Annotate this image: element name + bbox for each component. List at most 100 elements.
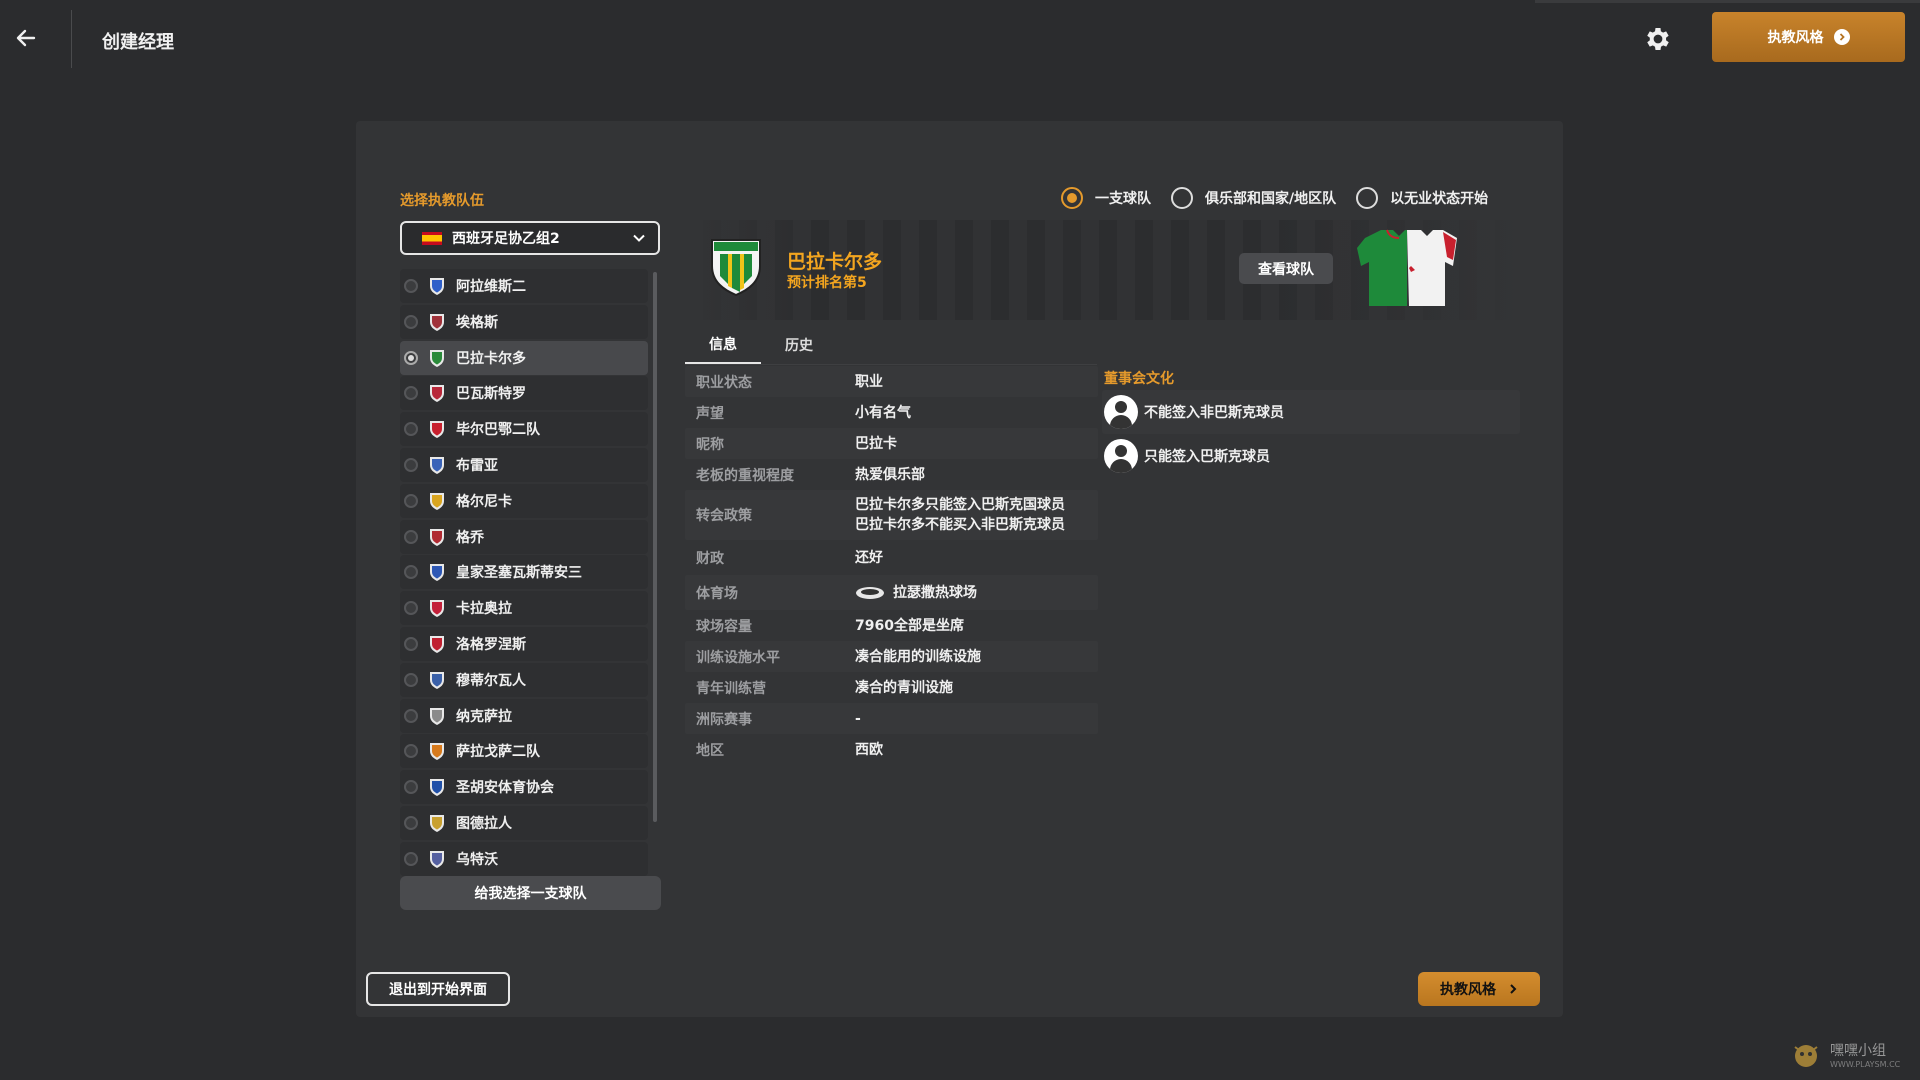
team-list-item[interactable]: 格尔尼卡	[400, 483, 648, 518]
team-list-scrollbar[interactable]	[653, 272, 657, 822]
team-crest-icon	[430, 600, 444, 618]
info-key: 青年训练营	[696, 680, 766, 697]
info-row-capacity: 球场容量 7960全部是坐席	[685, 610, 1098, 641]
mode-club-and-nation[interactable]: 俱乐部和国家/地区队	[1171, 187, 1336, 209]
info-key: 职业状态	[696, 374, 752, 391]
top-coaching-style-button[interactable]: 执教风格	[1712, 12, 1905, 62]
info-value: 热爱俱乐部	[855, 466, 925, 483]
team-name-label: 阿拉维斯二	[456, 279, 526, 295]
team-radio	[404, 565, 418, 580]
info-row-nickname: 昵称 巴拉卡	[685, 428, 1098, 459]
team-list-item[interactable]: 图德拉人	[400, 805, 648, 840]
info-key: 昵称	[696, 436, 724, 453]
info-row-stadium: 体育场 拉瑟撒热球场	[685, 575, 1098, 610]
stadium-icon	[856, 586, 884, 599]
team-crest-icon	[430, 492, 444, 510]
chevron-right-icon	[1510, 984, 1517, 994]
info-value: 巴拉卡	[855, 435, 897, 452]
coaching-style-button[interactable]: 执教风格	[1418, 972, 1540, 1006]
club-info-table: 职业状态 职业 声望 小有名气 昵称 巴拉卡 老板的重视程度 热爱俱乐部 转会政…	[685, 366, 1098, 765]
team-predicted-rank: 预计排名第5	[787, 275, 867, 291]
mode-unemployed[interactable]: 以无业状态开始	[1356, 187, 1488, 209]
team-name-label: 卡拉奥拉	[456, 601, 512, 618]
info-row-region: 地区 西欧	[685, 734, 1098, 765]
info-row-transfer-policy: 转会政策 巴拉卡尔多只能签入巴斯克国球员 巴拉卡尔多不能买入非巴斯克球员	[685, 490, 1098, 540]
team-radio	[404, 422, 418, 437]
team-list-item[interactable]: 格乔	[400, 519, 648, 554]
header-divider	[71, 10, 72, 68]
tab-underline	[685, 364, 1097, 365]
settings-button[interactable]	[1643, 24, 1673, 54]
team-name-label: 埃格斯	[456, 314, 498, 331]
club-crest-icon	[711, 239, 761, 297]
team-list-item[interactable]: 巴瓦斯特罗	[400, 376, 648, 411]
mode-single-club[interactable]: 一支球队	[1061, 187, 1151, 209]
info-row-finances: 财政 还好	[685, 540, 1098, 575]
view-team-button[interactable]: 查看球队	[1239, 253, 1333, 284]
team-name-label: 洛格罗涅斯	[456, 636, 526, 653]
team-radio	[404, 279, 418, 293]
chevron-down-icon	[633, 234, 645, 242]
info-row-youth: 青年训练营 凑合的青训设施	[685, 672, 1098, 703]
board-culture-list: 不能签入非巴斯克球员 只能签入巴斯克球员	[1102, 390, 1520, 478]
league-dropdown[interactable]: 西班牙足协乙组2	[400, 221, 660, 255]
info-row-continental: 洲际赛事 -	[685, 703, 1098, 734]
team-name-label: 皇家圣塞瓦斯蒂安三	[456, 565, 582, 582]
team-list-item[interactable]: 埃格斯	[400, 304, 648, 339]
info-key: 财政	[696, 550, 724, 567]
watermark: 嘿嘿小组 WWW.PLAYSM.CC	[1790, 1040, 1900, 1069]
team-list-item[interactable]: 圣胡安体育协会	[400, 770, 648, 805]
team-list-item[interactable]: 皇家圣塞瓦斯蒂安三	[400, 555, 648, 590]
team-list-item[interactable]: 纳克萨拉	[400, 698, 648, 733]
team-list-item[interactable]: 布雷亚	[400, 447, 648, 482]
mode-radio	[1061, 187, 1083, 209]
team-radio	[404, 851, 418, 866]
team-list-item[interactable]: 萨拉戈萨二队	[400, 734, 648, 769]
info-value: 还好	[855, 549, 883, 566]
team-list-item[interactable]: 穆蒂尔瓦人	[400, 662, 648, 697]
person-icon	[1104, 439, 1138, 473]
info-key: 声望	[696, 405, 724, 422]
watermark-text: 嘿嘿小组	[1830, 1043, 1886, 1059]
top-strip	[1535, 0, 1920, 3]
team-list-item[interactable]: 毕尔巴鄂二队	[400, 412, 648, 447]
team-name: 巴拉卡尔多	[787, 251, 883, 273]
info-value: 职业	[855, 373, 883, 390]
team-name-label: 格乔	[456, 529, 484, 546]
team-name-label: 毕尔巴鄂二队	[456, 422, 540, 439]
team-crest-icon	[430, 814, 444, 832]
info-key: 转会政策	[696, 508, 752, 524]
team-radio	[404, 672, 418, 687]
team-list-item[interactable]: 卡拉奥拉	[400, 591, 648, 626]
team-radio	[404, 636, 418, 651]
team-name-label: 纳克萨拉	[456, 708, 512, 725]
info-row-reputation: 声望 小有名气	[685, 397, 1098, 428]
mode-label: 以无业状态开始	[1390, 191, 1489, 207]
team-list-item[interactable]: 乌特沃	[400, 841, 648, 876]
team-list-item[interactable]: 阿拉维斯二	[400, 269, 648, 303]
mode-label: 一支球队	[1095, 191, 1151, 207]
tab-history[interactable]: 历史	[761, 325, 837, 365]
info-key: 老板的重视程度	[696, 467, 794, 484]
watermark-logo-icon	[1794, 1044, 1818, 1067]
team-crest-icon	[430, 743, 444, 761]
info-key: 地区	[696, 742, 724, 759]
person-icon	[1104, 395, 1138, 429]
chevron-right-circle-icon	[1833, 29, 1850, 45]
team-name-label: 格尔尼卡	[456, 493, 512, 510]
team-crest-icon	[430, 635, 444, 653]
back-button[interactable]	[10, 22, 42, 54]
team-list-item[interactable]: 巴拉卡尔多	[400, 340, 648, 375]
team-crest-icon	[430, 349, 444, 367]
info-value: 凑合能用的训练设施	[855, 648, 981, 665]
page-title: 创建经理	[102, 32, 174, 53]
tab-info[interactable]: 信息	[685, 325, 761, 365]
mode-radio	[1356, 187, 1379, 209]
random-team-button[interactable]: 给我选择一支球队	[400, 876, 661, 910]
team-list-item[interactable]: 洛格罗涅斯	[400, 626, 648, 661]
top-coaching-style-label: 执教风格	[1767, 30, 1824, 46]
team-radio	[404, 386, 418, 401]
exit-to-start-button[interactable]: 退出到开始界面	[366, 972, 510, 1006]
team-name-label: 萨拉戈萨二队	[456, 744, 540, 761]
team-radio	[404, 780, 418, 795]
